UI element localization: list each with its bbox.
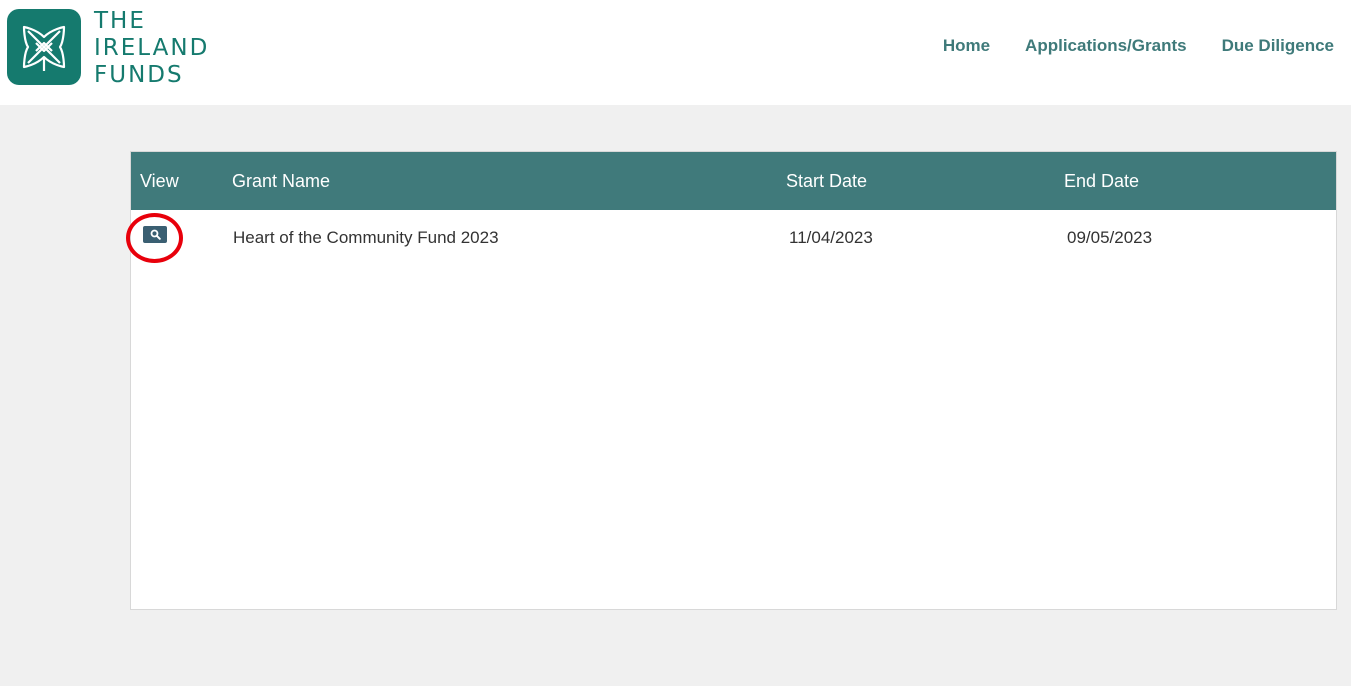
start-date-cell: 11/04/2023 xyxy=(789,228,873,247)
brand-line-1: THE xyxy=(94,8,146,34)
grant-name-cell: Heart of the Community Fund 2023 xyxy=(233,228,499,247)
magnifier-icon xyxy=(150,229,161,240)
column-header-end-date[interactable]: End Date xyxy=(1064,171,1139,192)
nav-due-diligence[interactable]: Due Diligence xyxy=(1222,36,1334,56)
grants-table-panel: View Grant Name Start Date End Date Hear… xyxy=(130,151,1337,610)
column-header-grant-name[interactable]: Grant Name xyxy=(232,171,330,192)
column-header-view: View xyxy=(140,171,179,191)
brand-wordmark: THE IRELAND FUNDS xyxy=(94,8,209,89)
end-date-cell: 09/05/2023 xyxy=(1067,228,1153,247)
brand-line-3: FUNDS xyxy=(94,62,184,88)
brand-line-2: IRELAND xyxy=(94,35,210,61)
shamrock-knot-icon xyxy=(7,9,81,85)
table-header: View Grant Name Start Date End Date xyxy=(131,152,1336,210)
site-header: THE IRELAND FUNDS Home Applications/Gran… xyxy=(0,0,1351,105)
nav-applications-grants[interactable]: Applications/Grants xyxy=(1025,36,1187,56)
column-header-start-date[interactable]: Start Date xyxy=(786,171,867,192)
table-row: Heart of the Community Fund 2023 11/04/2… xyxy=(131,210,1336,266)
view-grant-button[interactable] xyxy=(143,226,167,243)
ireland-funds-logo[interactable]: THE IRELAND FUNDS xyxy=(7,8,209,89)
nav-home[interactable]: Home xyxy=(943,36,990,56)
main-nav: Home Applications/Grants Due Diligence xyxy=(943,36,1334,56)
